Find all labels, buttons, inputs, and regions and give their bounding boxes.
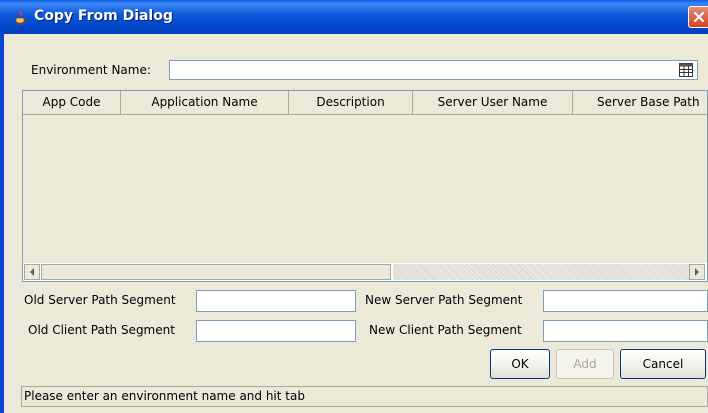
environment-name-field[interactable] <box>169 60 698 80</box>
horizontal-scrollbar[interactable] <box>23 263 707 281</box>
environment-name-input[interactable] <box>172 62 672 78</box>
java-cup-icon <box>12 9 28 25</box>
environment-name-label: Environment Name: <box>31 63 151 77</box>
title-bar[interactable]: Copy From Dialog <box>0 0 708 34</box>
scrollbar-track[interactable] <box>393 264 689 280</box>
scroll-left-button[interactable] <box>24 264 40 280</box>
new-client-path-segment-input[interactable] <box>543 320 708 342</box>
close-icon <box>693 11 705 23</box>
column-header-description[interactable]: Description <box>289 91 413 115</box>
new-server-path-segment-input[interactable] <box>543 290 708 312</box>
applications-table[interactable]: App Code Application Name Description Se… <box>22 90 708 282</box>
old-server-path-segment-label: Old Server Path Segment <box>24 293 176 307</box>
column-header-application-name[interactable]: Application Name <box>121 91 289 115</box>
status-bar: Please enter an environment name and hit… <box>21 386 708 407</box>
arrow-left-icon <box>30 268 34 276</box>
window-border-left <box>0 34 4 413</box>
table-header: App Code Application Name Description Se… <box>23 91 707 115</box>
scroll-right-button[interactable] <box>689 264 705 280</box>
column-header-server-base-path[interactable]: Server Base Path <box>573 91 707 115</box>
new-server-path-segment-label: New Server Path Segment <box>365 293 523 307</box>
dialog-title: Copy From Dialog <box>34 8 173 24</box>
arrow-right-icon <box>695 268 699 276</box>
scrollbar-thumb[interactable] <box>41 264 391 280</box>
new-client-path-segment-label: New Client Path Segment <box>369 323 522 337</box>
add-button[interactable]: Add <box>556 349 614 379</box>
old-server-path-segment-input[interactable] <box>196 290 356 312</box>
cancel-button[interactable]: Cancel <box>620 349 706 379</box>
close-button[interactable] <box>688 6 708 28</box>
column-header-app-code[interactable]: App Code <box>23 91 121 115</box>
ok-button[interactable]: OK <box>490 349 550 379</box>
column-header-server-user-name[interactable]: Server User Name <box>413 91 573 115</box>
old-client-path-segment-label: Old Client Path Segment <box>28 323 175 337</box>
old-client-path-segment-input[interactable] <box>196 320 356 342</box>
lookup-list-icon[interactable] <box>679 63 693 77</box>
